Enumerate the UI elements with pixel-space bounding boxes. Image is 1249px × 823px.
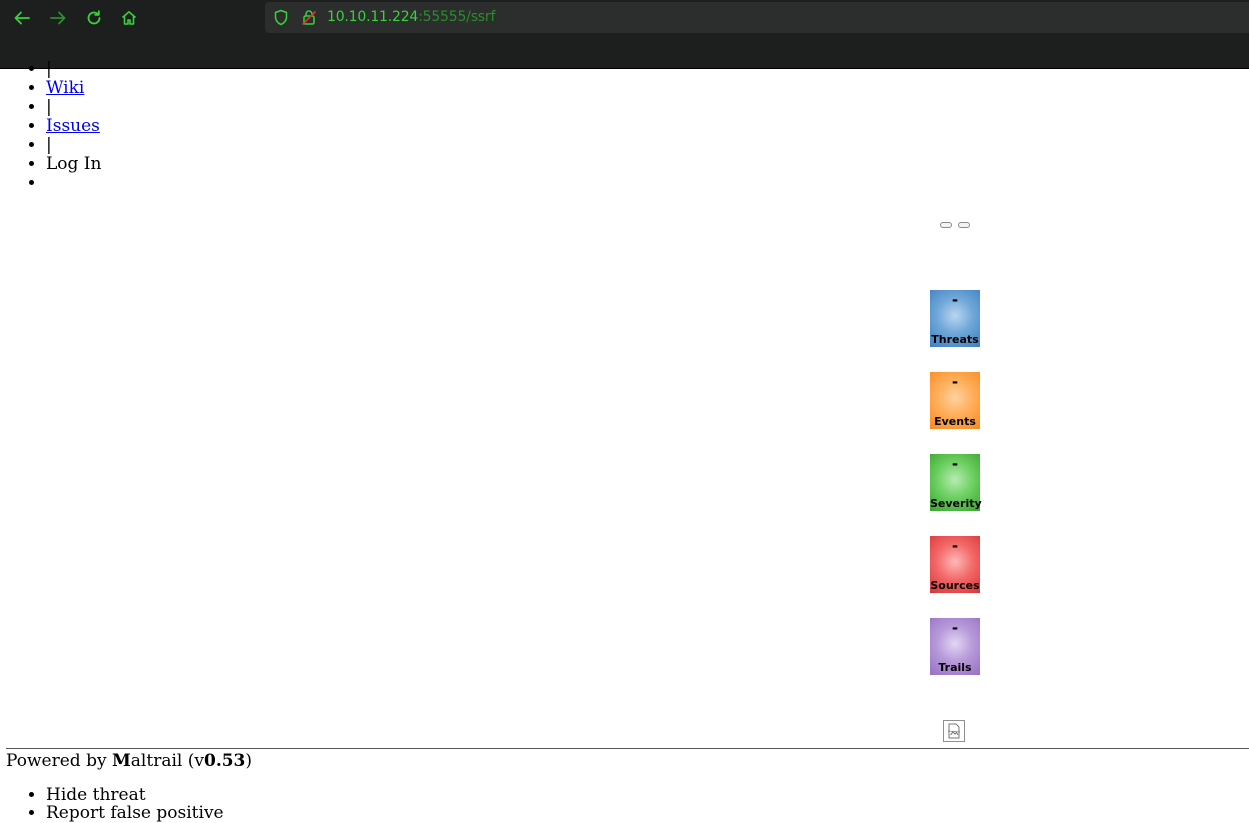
version-close: ) [245,751,253,771]
nav-log-in[interactable]: Log In [46,154,101,174]
nav-list-item: | [46,136,101,155]
version-open: (v [182,751,204,771]
top-nav-list: |Wiki|Issues|Log In [6,60,101,193]
address-bar[interactable]: 10.10.11.224:55555/ssrf [265,2,1249,33]
counter-label: Severity [930,497,982,510]
toggle-button-2[interactable] [958,222,970,228]
shield-icon[interactable] [273,9,289,30]
counter-severity[interactable]: - Severity [930,454,982,511]
menu-item-report-false-positive[interactable]: Report false positive [46,804,224,822]
nav-link-wiki[interactable]: Wiki [46,78,84,98]
home-icon[interactable] [118,7,140,29]
brand-initial: M [111,751,131,771]
nav-separator: | [46,97,52,117]
nav-list-item [46,174,101,193]
counter-sources[interactable]: - Sources [930,536,980,593]
lock-insecure-icon[interactable] [301,9,317,30]
toggle-button-1[interactable] [940,222,952,228]
nav-list-item: Wiki [46,79,101,98]
menu-item-hide-threat[interactable]: Hide threat [46,786,224,804]
counter-value: - [951,619,959,637]
brand-rest: altrail [130,751,183,771]
url-path: :55555/ssrf [418,9,496,25]
url-host: 10.10.11.224 [327,9,419,25]
version-number: 0.53 [203,751,246,771]
powered-prefix: Powered by [6,751,112,771]
nav-link-issues[interactable]: Issues [46,116,100,136]
counter-events[interactable]: - Events [930,372,980,429]
nav-list-item: Log In [46,155,101,174]
counter-threats[interactable]: - Threats [930,290,980,347]
counter-label: Trails [938,661,972,674]
powered-by: Powered by Maltrail (v0.53) [6,751,252,771]
nav-list-item: | [46,60,101,79]
counter-value: - [951,537,959,555]
toggle-buttons [940,222,970,228]
counter-value: - [951,291,959,309]
url-text: 10.10.11.224:55555/ssrf [327,9,495,25]
counter-value: - [951,455,959,473]
context-menu-list: Hide threat Report false positive [6,786,224,822]
reload-icon[interactable] [83,7,105,29]
browser-toolbar: 10.10.11.224:55555/ssrf [0,0,1249,69]
counter-trails[interactable]: - Trails [930,618,980,675]
footer-divider [6,748,1249,749]
counter-label: Sources [930,579,980,592]
nav-separator: | [46,59,52,79]
nav-list-item: Issues [46,117,101,136]
forward-icon[interactable] [47,7,69,29]
back-icon[interactable] [11,7,33,29]
counter-label: Threats [931,333,979,346]
broken-image-icon [943,720,965,742]
counter-label: Events [934,415,976,428]
nav-list-item: | [46,98,101,117]
counter-value: - [951,373,959,391]
nav-separator: | [46,135,52,155]
